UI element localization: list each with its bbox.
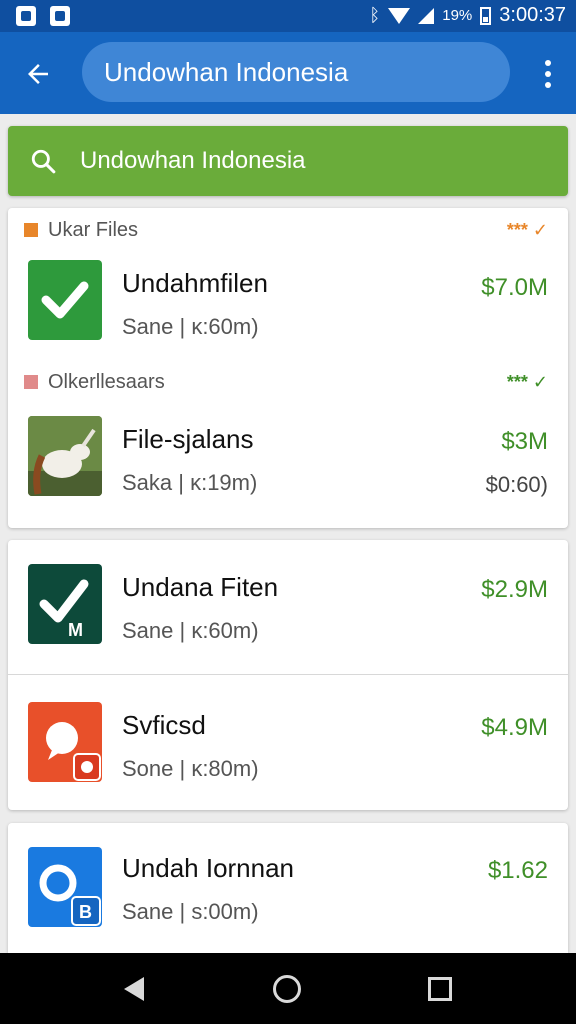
app-name: File-sjalans	[122, 424, 254, 454]
search-banner[interactable]: Undowhan Indonesia	[8, 126, 568, 196]
app-name: Svficsd	[122, 710, 206, 740]
nav-recents-icon[interactable]	[428, 977, 452, 1001]
search-field[interactable]: Undowhan Indonesia	[82, 42, 510, 102]
app-price: $4.9M	[481, 714, 548, 741]
check-app-icon: M	[28, 564, 102, 644]
nav-home-icon[interactable]	[273, 975, 301, 1003]
app-details: Sane | κ:60m)	[122, 314, 259, 339]
svg-text:M: M	[68, 620, 83, 640]
app-name: Undahmfilen	[122, 268, 268, 298]
notification-icon	[16, 6, 36, 26]
section-header: Ukar Files	[24, 216, 138, 244]
wifi-icon	[388, 7, 411, 24]
app-details: Sane | κ:60m)	[122, 618, 259, 643]
arrow-back-icon	[28, 64, 48, 84]
app-name: Undah Iornnan	[122, 853, 295, 883]
svg-text:B: B	[79, 902, 92, 922]
nav-back-icon[interactable]	[124, 977, 144, 1001]
list-item[interactable]: Svficsd Sone | κ:80m) $4.9M	[8, 680, 568, 800]
bluetooth-icon: ᛒ	[369, 5, 381, 25]
app-details: Sone | κ:80m)	[122, 756, 259, 781]
app-price: $2.9M	[481, 576, 548, 603]
search-banner-text: Undowhan Indonesia	[80, 147, 306, 174]
results-card: B Undah Iornnan Sane | s:00m) $1.62	[8, 823, 568, 953]
search-icon	[31, 149, 56, 174]
battery-icon	[480, 6, 492, 25]
navigation-bar	[0, 953, 576, 1024]
list-item[interactable]: B Undah Iornnan Sane | s:00m) $1.62	[8, 837, 568, 947]
section-rating: *** ✓	[506, 220, 548, 240]
app-details: Saka | κ:19m)	[122, 470, 258, 495]
section-color-dot	[24, 223, 38, 237]
app-price: $1.62	[487, 857, 548, 884]
image-notification-icon	[50, 6, 70, 26]
more-vert-icon[interactable]	[538, 54, 558, 94]
app-details: Sane | s:00m)	[122, 899, 259, 924]
status-bar: ᛒ 19% 3:00:37	[0, 0, 576, 32]
section-header: Olkerllesaars	[24, 368, 165, 396]
back-button[interactable]	[18, 54, 58, 94]
list-item[interactable]: Undahmfilen Sane | κ:60m) $7.0M	[8, 252, 568, 352]
signal-icon	[418, 7, 435, 24]
app-secondary-price: $0:60)	[485, 472, 548, 497]
search-app-icon: B	[28, 847, 102, 927]
list-item[interactable]: M Undana Fiten Sane | κ:60m) $2.9M	[8, 552, 568, 662]
section-title: Ukar Files	[48, 219, 139, 241]
app-name: Undana Fiten	[122, 572, 279, 602]
battery-percent: 19%	[442, 7, 473, 24]
app-bar: Undowhan Indonesia	[0, 32, 576, 114]
divider	[8, 674, 568, 675]
section-rating: *** ✓	[506, 372, 548, 392]
app-price: $3M	[501, 428, 548, 455]
results-card: M Undana Fiten Sane | κ:60m) $2.9M Svfic…	[8, 540, 568, 810]
section-title: Olkerllesaars	[48, 371, 165, 393]
results-card: Ukar Files *** ✓ Undahmfilen Sane | κ:60…	[8, 208, 568, 528]
clock: 3:00:37	[499, 4, 566, 26]
check-app-icon	[28, 260, 102, 340]
chat-app-icon	[28, 702, 102, 782]
list-item[interactable]: File-sjalans Saka | κ:19m) $3M $0:60)	[8, 408, 568, 518]
section-color-dot	[24, 375, 38, 389]
goat-photo-icon	[28, 416, 102, 496]
app-price: $7.0M	[481, 274, 548, 301]
